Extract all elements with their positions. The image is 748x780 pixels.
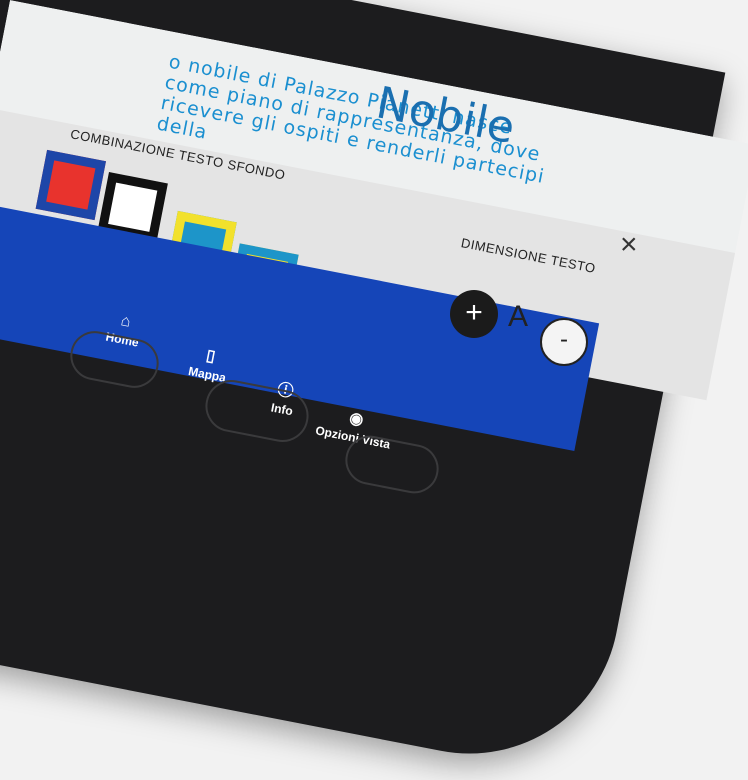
photo-scene: o nobile di Palazzo Pianetti nasce come … [0,0,748,780]
close-icon[interactable]: × [620,228,638,262]
increase-text-button[interactable]: + [450,290,498,338]
swatch-red-on-blue[interactable] [35,149,106,221]
decrease-text-button[interactable]: - [540,318,588,366]
text-size-letter: A [508,300,529,333]
